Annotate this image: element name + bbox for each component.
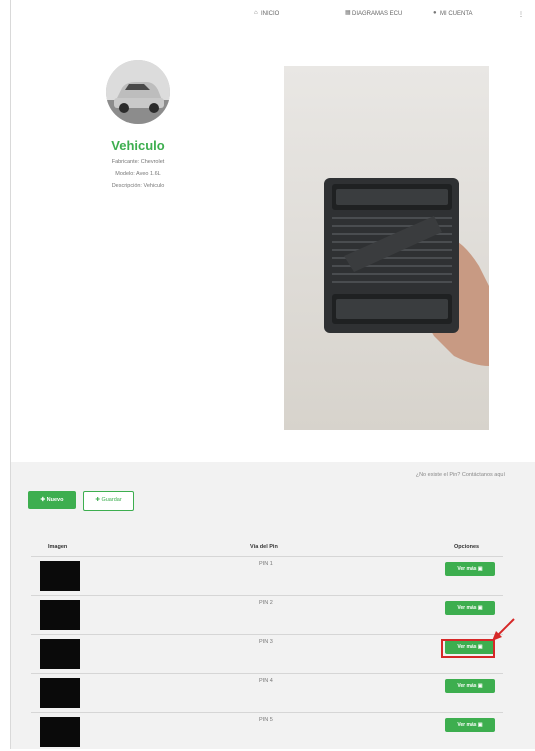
eye-icon: ▣ <box>477 566 483 572</box>
view-more-button[interactable]: Ver más ▣ <box>445 679 495 693</box>
nav-account[interactable]: ● MI CUENTA <box>433 10 473 17</box>
header-pin: Vía del Pin <box>250 544 278 550</box>
nav-diagrams[interactable]: ▦DIAGRAMAS ECU <box>345 10 402 17</box>
table-row: PIN 3 Ver más ▣ <box>31 634 503 673</box>
eye-icon: ▣ <box>477 722 483 728</box>
arrow-icon <box>492 618 515 641</box>
view-more-button[interactable]: Ver más ▣ <box>445 601 495 615</box>
eye-icon: ▣ <box>477 605 483 611</box>
new-button[interactable]: ✚ Nuevo <box>28 491 76 509</box>
pin-thumbnail <box>40 678 80 708</box>
header-options: Opciones <box>454 544 480 550</box>
vehicle-manufacturer: Fabricante: Chevrolet <box>111 159 165 165</box>
vehicle-description: Descripción: Vehiculo <box>111 183 165 189</box>
user-icon: ● <box>433 10 437 16</box>
ecu-photo <box>284 66 489 430</box>
menu-icon[interactable]: ⋮ <box>518 11 524 18</box>
pin-label: PIN 1 <box>259 561 273 567</box>
nav-home[interactable]: ⌂ INICIO <box>254 10 279 17</box>
pin-label: PIN 3 <box>259 639 273 645</box>
pin-label: PIN 4 <box>259 678 273 684</box>
table-row: PIN 2 Ver más ▣ <box>31 595 503 634</box>
pin-label: PIN 5 <box>259 717 273 723</box>
ecu-image <box>324 178 489 366</box>
table-row: PIN 4 Ver más ▣ <box>31 673 503 712</box>
contact-note[interactable]: ¿No existe el Pin? Contáctanos aquí <box>416 472 505 478</box>
vehicle-model: Modelo: Aveo 1.6L <box>115 171 161 177</box>
header-image: Imagen <box>48 544 68 550</box>
vehicle-title: Vehiculo <box>111 138 165 153</box>
home-icon: ⌂ <box>254 10 258 16</box>
pin-thumbnail <box>40 717 80 747</box>
vehicle-profile: Vehiculo Fabricante: Chevrolet Modelo: A… <box>88 60 188 189</box>
view-more-button[interactable]: Ver más ▣ <box>445 718 495 732</box>
highlight-box <box>441 639 495 658</box>
pin-thumbnail <box>40 561 80 591</box>
table-row: PIN 5 Ver más ▣ <box>31 712 503 751</box>
car-icon <box>106 60 170 124</box>
avatar <box>106 60 170 124</box>
eye-icon: ▣ <box>477 683 483 689</box>
pin-thumbnail <box>40 600 80 630</box>
pin-thumbnail <box>40 639 80 669</box>
table-row: PIN 1 Ver más ▣ <box>31 556 503 595</box>
pin-label: PIN 2 <box>259 600 273 606</box>
save-button[interactable]: ✚ Guardar <box>83 491 134 511</box>
grid-icon: ▦ <box>345 10 351 16</box>
view-more-button[interactable]: Ver más ▣ <box>445 562 495 576</box>
top-nav: ⌂ INICIO ▦DIAGRAMAS ECU ● MI CUENTA ⋮ <box>250 8 527 24</box>
